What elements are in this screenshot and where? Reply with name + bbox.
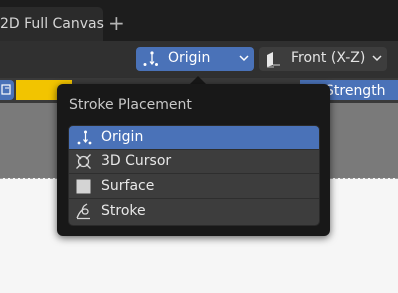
menu-item-label: Stroke: [101, 203, 146, 219]
placement-options-list: Origin 3D Cursor Surface Stroke: [68, 125, 320, 226]
3d-cursor-icon: [76, 154, 91, 169]
menu-item-3d-cursor[interactable]: 3D Cursor: [69, 150, 319, 174]
canvas-plane-icon: [267, 52, 280, 68]
surface-icon: [76, 179, 91, 194]
viewport-header: Origin Front (X-Z): [0, 41, 398, 78]
origin-icon: [143, 51, 158, 66]
add-workspace-button[interactable]: +: [108, 13, 125, 33]
menu-item-origin[interactable]: Origin: [69, 126, 319, 150]
canvas-orientation-label: Front (X-Z): [291, 50, 366, 66]
menu-item-label: Surface: [101, 178, 155, 194]
menu-item-label: Origin: [101, 129, 144, 145]
workspace-tab-bar: 2D Full Canvas +: [0, 0, 398, 41]
stroke-placement-label: Origin: [168, 50, 211, 66]
origin-icon: [77, 130, 92, 145]
stroke-placement-dropdown[interactable]: Origin: [136, 47, 254, 71]
chevron-down-icon: [239, 55, 249, 62]
brush-icon: [1, 84, 11, 95]
brush-button[interactable]: [0, 80, 14, 100]
popup-title: Stroke Placement: [69, 97, 192, 113]
strength-label: Strength: [325, 83, 386, 99]
menu-item-stroke[interactable]: Stroke: [69, 200, 319, 224]
chevron-down-icon: [372, 55, 382, 62]
workspace-tab-label: 2D Full Canvas: [0, 16, 104, 32]
stroke-icon: [76, 203, 90, 220]
canvas-orientation-dropdown[interactable]: Front (X-Z): [259, 47, 387, 71]
menu-item-label: 3D Cursor: [101, 153, 172, 169]
menu-item-surface[interactable]: Surface: [69, 175, 319, 199]
stroke-placement-popup: Stroke Placement Origin 3D Cursor Surfac…: [57, 84, 330, 236]
